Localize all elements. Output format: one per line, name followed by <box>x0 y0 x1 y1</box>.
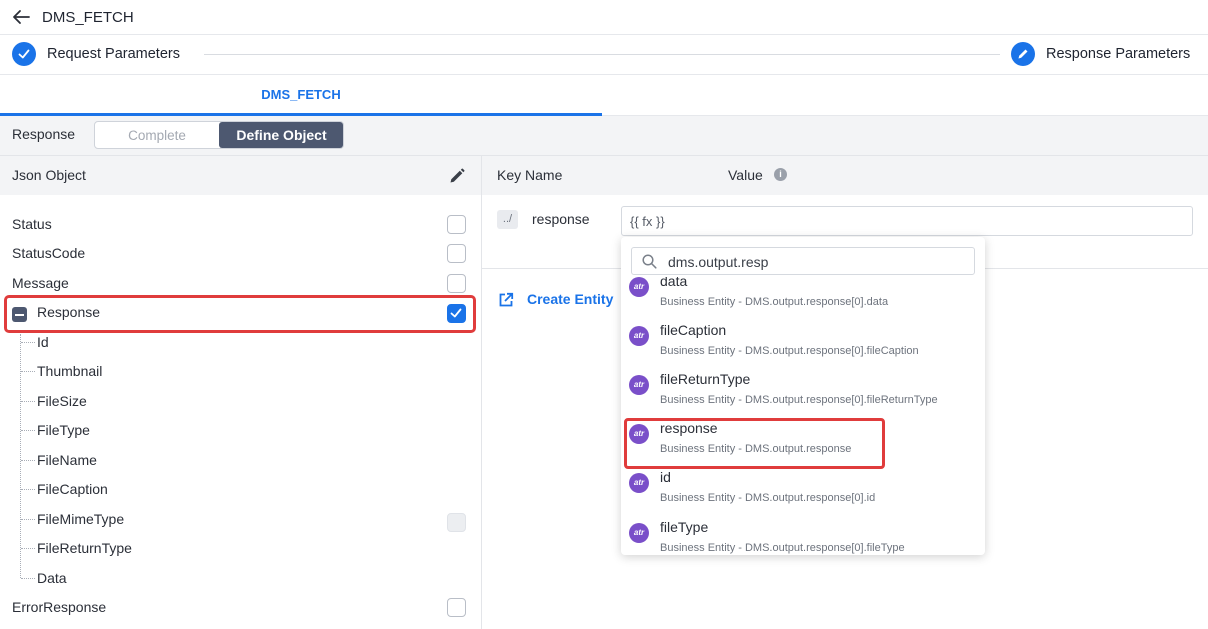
dropdown-item-sub: Business Entity - DMS.output.response[0]… <box>660 394 938 406</box>
tree-branch <box>21 430 35 431</box>
tree-item-status[interactable]: Status <box>12 216 52 232</box>
attribute-icon: atr <box>629 326 649 346</box>
tree-item-response[interactable]: Response <box>37 304 100 320</box>
dropdown-item-sub: Business Entity - DMS.output.response[0]… <box>660 296 889 308</box>
json-object-title: Json Object <box>12 167 86 183</box>
external-link-icon <box>499 292 514 307</box>
check-icon <box>450 308 462 318</box>
dropdown-item-name: fileType <box>660 519 709 535</box>
attribute-icon: atr <box>629 523 649 543</box>
autocomplete-dropdown: atr data Business Entity - DMS.output.re… <box>621 237 985 555</box>
step-request-parameters[interactable]: Request Parameters <box>47 46 180 62</box>
dropdown-item-data[interactable]: atr data Business Entity - DMS.output.re… <box>621 277 985 317</box>
step-complete-icon[interactable] <box>12 42 36 66</box>
attribute-icon: atr <box>629 473 649 493</box>
json-object-header: Json Object <box>0 156 481 195</box>
checkbox-errorresponse[interactable] <box>447 598 466 617</box>
attribute-icon: atr <box>629 277 649 297</box>
top-bar: DMS_FETCH <box>0 0 1208 35</box>
dropdown-item-response[interactable]: atr response Business Entity - DMS.outpu… <box>621 415 985 464</box>
define-object-option[interactable]: Define Object <box>219 122 343 148</box>
dropdown-item-name: id <box>660 469 671 485</box>
dropdown-item-filereturntype[interactable]: atr fileReturnType Business Entity - DMS… <box>621 366 985 415</box>
tree-item-statuscode[interactable]: StatusCode <box>12 245 85 261</box>
tree-branch <box>21 519 35 520</box>
json-object-panel: Json Object Status StatusCode Message Re… <box>0 156 482 629</box>
tree-branch <box>21 460 35 461</box>
response-bar: Response Complete Define Object <box>0 116 1208 156</box>
checkbox-status[interactable] <box>447 215 466 234</box>
info-icon[interactable]: i <box>774 168 787 181</box>
tree-branch <box>21 342 35 343</box>
tab-dms-fetch[interactable]: DMS_FETCH <box>0 75 602 116</box>
tree-child-filename[interactable]: FileName <box>37 452 97 468</box>
tree-child-data[interactable]: Data <box>37 570 67 586</box>
tree-child-filetype[interactable]: FileType <box>37 422 90 438</box>
tree-child-filecaption[interactable]: FileCaption <box>37 481 108 497</box>
checkbox-statuscode[interactable] <box>447 244 466 263</box>
dropdown-item-name: response <box>660 420 718 436</box>
dropdown-item-name: fileCaption <box>660 322 727 338</box>
dropdown-item-sub: Business Entity - DMS.output.response[0]… <box>660 492 876 504</box>
pencil-icon[interactable] <box>448 167 466 185</box>
value-header: Value <box>728 167 763 183</box>
checkbox-message[interactable] <box>447 274 466 293</box>
tab-bar: DMS_FETCH <box>0 75 1208 116</box>
tree-branch <box>21 578 35 579</box>
dropdown-item-sub: Business Entity - DMS.output.response[0]… <box>660 345 919 357</box>
dropdown-item-name: data <box>660 277 688 289</box>
dropdown-list[interactable]: atr data Business Entity - DMS.output.re… <box>621 277 985 555</box>
attribute-icon: atr <box>629 424 649 444</box>
dropdown-item-name: fileReturnType <box>660 371 751 387</box>
back-arrow-icon[interactable] <box>12 9 30 25</box>
collapse-minus-icon[interactable] <box>12 307 27 322</box>
tree-child-thumbnail[interactable]: Thumbnail <box>37 363 102 379</box>
dropdown-item-filetype[interactable]: atr fileType Business Entity - DMS.outpu… <box>621 514 985 555</box>
tree-branch <box>21 548 35 549</box>
tree-branch <box>21 401 35 402</box>
key-name-header: Key Name <box>497 167 563 183</box>
response-label: Response <box>12 126 76 142</box>
dropdown-item-sub: Business Entity - DMS.output.response <box>660 443 852 455</box>
dropdown-search-input[interactable] <box>668 252 968 272</box>
tree-item-errorresponse[interactable]: ErrorResponse <box>12 599 106 615</box>
tree-child-filemimetype[interactable]: FileMimeType <box>37 511 124 527</box>
tree-child-id[interactable]: Id <box>37 334 49 350</box>
checkbox-filemimetype <box>447 513 466 532</box>
step-connector <box>204 54 1000 55</box>
step-edit-icon[interactable] <box>1011 42 1035 66</box>
value-expression-input[interactable] <box>621 206 1193 236</box>
mapping-header: Key Name Value i <box>482 156 1208 195</box>
checkbox-response[interactable] <box>447 304 466 323</box>
dropdown-item-sub: Business Entity - DMS.output.response[0]… <box>660 542 905 554</box>
tree-branch <box>21 371 35 372</box>
dropdown-item-id[interactable]: atr id Business Entity - DMS.output.resp… <box>621 464 985 513</box>
complete-option[interactable]: Complete <box>95 122 219 148</box>
response-mode-toggle: Complete Define Object <box>94 121 344 149</box>
parent-path-button[interactable]: ../ <box>497 210 518 229</box>
stepper: Request Parameters Response Parameters <box>0 35 1208 75</box>
page-title: DMS_FETCH <box>42 9 134 26</box>
dropdown-search-box <box>631 247 975 275</box>
key-name-value: response <box>532 211 590 227</box>
tree-child-filereturntype[interactable]: FileReturnType <box>37 540 132 556</box>
step-response-parameters[interactable]: Response Parameters <box>1046 46 1190 62</box>
tree-child-filesize[interactable]: FileSize <box>37 393 87 409</box>
tree-branch <box>21 489 35 490</box>
tree-item-message[interactable]: Message <box>12 275 69 291</box>
attribute-icon: atr <box>629 375 649 395</box>
search-icon <box>642 254 657 269</box>
create-entity-label: Create Entity <box>527 291 614 307</box>
dropdown-item-filecaption[interactable]: atr fileCaption Business Entity - DMS.ou… <box>621 317 985 366</box>
